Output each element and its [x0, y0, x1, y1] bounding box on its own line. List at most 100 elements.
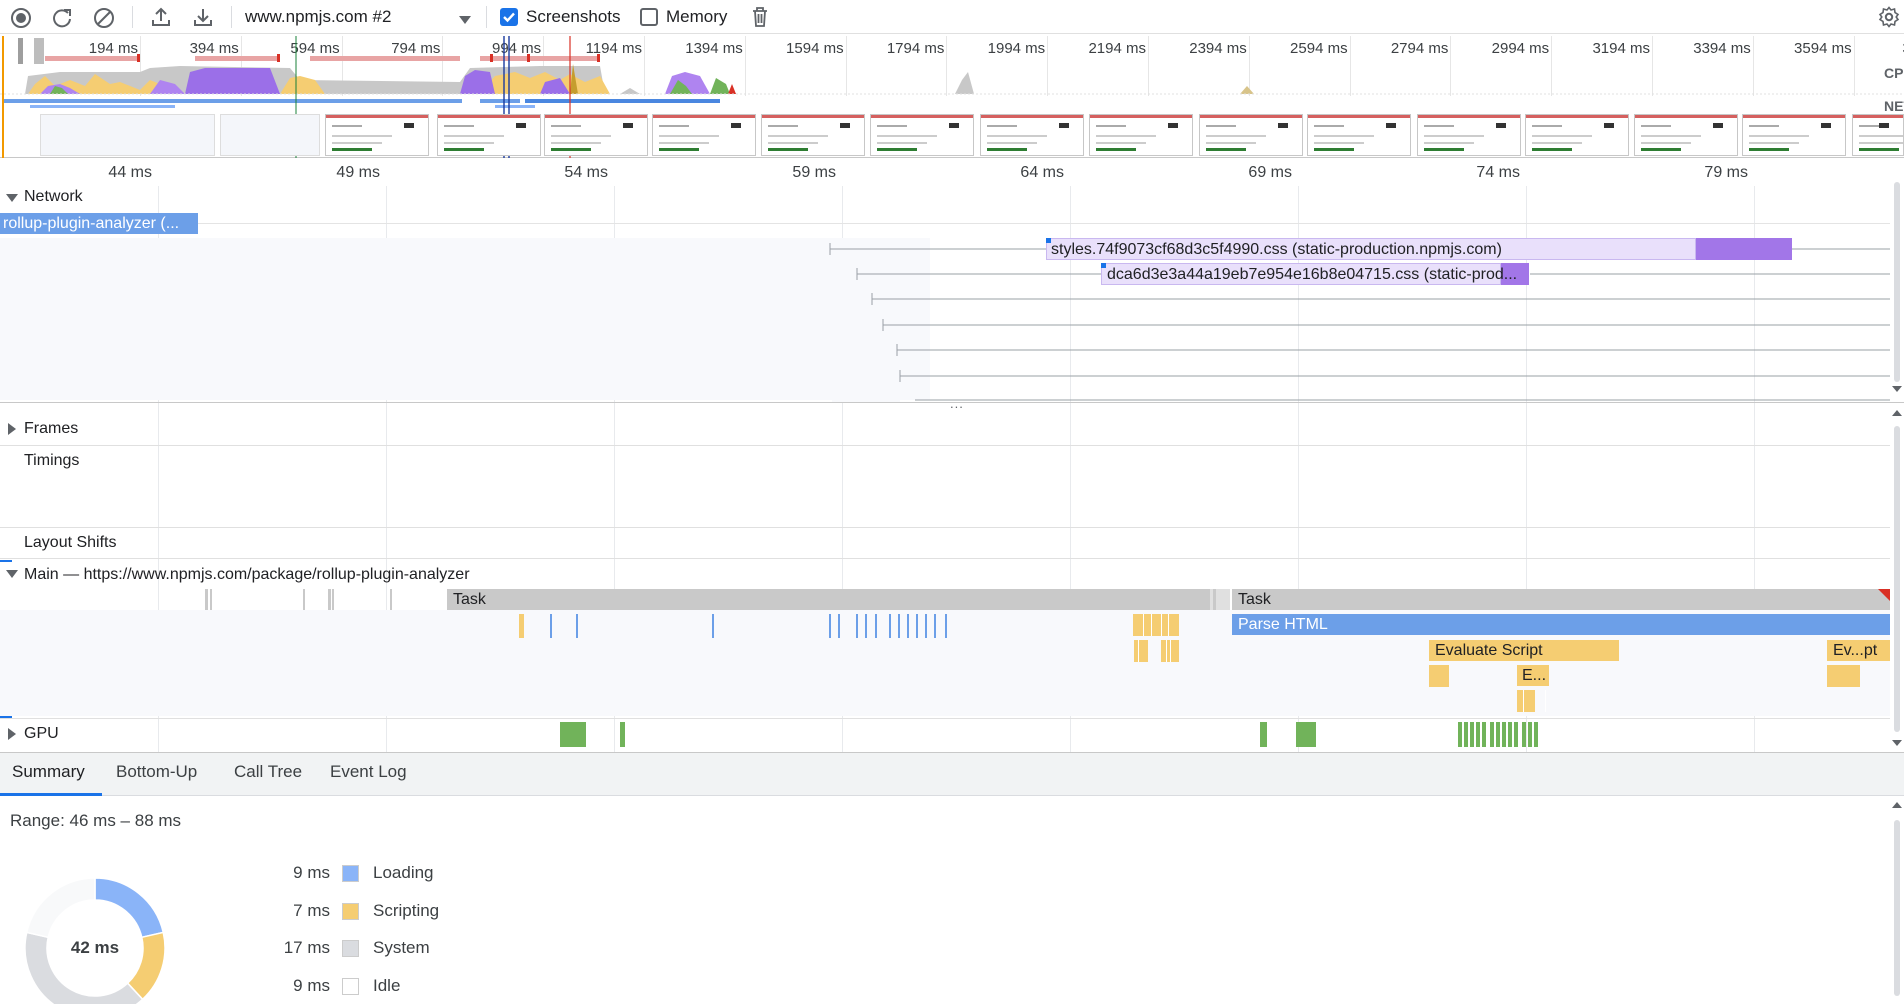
main-thread-event[interactable]	[934, 614, 936, 638]
tab-call-tree[interactable]: Call Tree	[234, 762, 302, 782]
main-thread-event[interactable]	[328, 589, 331, 610]
screenshot-thumbnail[interactable]	[1089, 114, 1193, 156]
gpu-event[interactable]	[1470, 722, 1474, 747]
gpu-event[interactable]	[560, 722, 586, 747]
main-thread-event[interactable]	[1429, 665, 1449, 687]
main-thread-event[interactable]	[390, 589, 392, 610]
main-thread-event[interactable]	[829, 614, 831, 638]
css-request-styles-label[interactable]: styles.74f9073cf68d3c5f4990.css (static-…	[1048, 239, 1688, 260]
long-task-warning-icon[interactable]	[1878, 589, 1890, 601]
gpu-expand-icon[interactable]	[8, 728, 16, 740]
splitter-handle[interactable]: ...	[950, 396, 964, 411]
reload-icon[interactable]	[51, 7, 73, 33]
gpu-event[interactable]	[1260, 722, 1267, 747]
screenshot-thumbnail[interactable]	[1307, 114, 1411, 156]
screenshot-thumbnail[interactable]	[40, 114, 215, 156]
main-thread-event[interactable]	[1827, 665, 1860, 687]
frames-expand-icon[interactable]	[8, 423, 16, 435]
recording-select[interactable]: www.npmjs.com #2	[245, 7, 391, 27]
gpu-event[interactable]	[1496, 722, 1500, 747]
evaluate-script-event-trunc[interactable]: Ev...pt	[1827, 640, 1890, 661]
main-thread-event[interactable]	[925, 614, 927, 638]
screenshot-thumbnail[interactable]	[544, 114, 648, 156]
gpu-event[interactable]	[1296, 722, 1316, 747]
main-thread-event[interactable]	[916, 614, 918, 638]
gpu-track-title[interactable]: GPU	[24, 725, 59, 743]
main-thread-event[interactable]	[1134, 640, 1148, 662]
screenshot-thumbnail[interactable]	[1742, 114, 1846, 156]
details-scrollbar-thumb[interactable]	[1894, 820, 1900, 996]
main-thread-event[interactable]	[303, 589, 305, 610]
gpu-event[interactable]	[1514, 722, 1518, 747]
scroll-up-arrow[interactable]	[1892, 410, 1902, 416]
gpu-event[interactable]	[1464, 722, 1468, 747]
main-track-title[interactable]: Main — https://www.npmjs.com/package/rol…	[24, 566, 470, 584]
gpu-event[interactable]	[1458, 722, 1462, 747]
tab-event-log[interactable]: Event Log	[330, 762, 407, 782]
css-request-dca6-label[interactable]: dca6d3e3a44a19eb7e954e16b8e04715.css (st…	[1104, 264, 1524, 285]
tab-bottom-up[interactable]: Bottom-Up	[116, 762, 197, 782]
gpu-event[interactable]	[1476, 722, 1480, 747]
gpu-event[interactable]	[1482, 722, 1486, 747]
main-thread-event[interactable]	[550, 614, 552, 638]
screenshot-thumbnail[interactable]	[1634, 114, 1738, 156]
screenshot-thumbnail[interactable]	[1852, 114, 1904, 156]
main-thread-event[interactable]	[838, 614, 840, 638]
gpu-event[interactable]	[1534, 722, 1538, 747]
gpu-event[interactable]	[1522, 722, 1526, 747]
scroll-down-arrow[interactable]	[1892, 386, 1902, 392]
settings-gear-icon[interactable]	[1878, 6, 1900, 32]
trash-icon[interactable]	[750, 6, 770, 32]
record-icon[interactable]	[10, 7, 32, 33]
main-thread-event[interactable]	[907, 614, 909, 638]
main-thread-event[interactable]	[1133, 614, 1179, 636]
tab-summary[interactable]: Summary	[12, 762, 85, 782]
frames-track-title[interactable]: Frames	[24, 420, 78, 438]
download-icon[interactable]	[192, 6, 214, 32]
main-thread-event[interactable]	[875, 614, 877, 638]
evaluate-script-event-short[interactable]: E...	[1517, 665, 1549, 686]
main-expand-icon[interactable]	[6, 570, 18, 578]
gpu-event[interactable]	[620, 722, 625, 747]
task-event[interactable]: Task	[447, 589, 1210, 610]
screenshot-thumbnail[interactable]	[325, 114, 429, 156]
memory-checkbox[interactable]	[640, 8, 658, 26]
main-thread-event[interactable]	[898, 614, 900, 638]
chevron-down-icon[interactable]	[458, 12, 472, 29]
gpu-event[interactable]	[1528, 722, 1532, 747]
main-thread-event[interactable]	[889, 614, 891, 638]
screenshot-thumbnail[interactable]	[220, 114, 320, 156]
screenshot-thumbnail[interactable]	[980, 114, 1084, 156]
gpu-event[interactable]	[1502, 722, 1506, 747]
main-thread-event[interactable]	[332, 589, 334, 610]
main-thread-event[interactable]	[1517, 690, 1535, 712]
scroll-down-arrow[interactable]	[1892, 740, 1902, 746]
main-thread-event[interactable]	[205, 589, 208, 610]
gpu-event[interactable]	[1490, 722, 1494, 747]
main-thread-event[interactable]	[576, 614, 578, 638]
main-thread-event[interactable]	[865, 614, 867, 638]
gpu-event[interactable]	[1508, 722, 1512, 747]
network-scrollbar-thumb[interactable]	[1894, 182, 1900, 382]
screenshot-thumbnail[interactable]	[870, 114, 974, 156]
network-track-title[interactable]: Network	[24, 188, 83, 206]
scroll-up-arrow[interactable]	[1892, 802, 1902, 808]
clear-icon[interactable]	[93, 7, 115, 33]
screenshot-thumbnail[interactable]	[652, 114, 756, 156]
upload-icon[interactable]	[150, 6, 172, 32]
screenshots-checkbox[interactable]	[500, 8, 518, 26]
main-thread-event[interactable]	[945, 614, 947, 638]
task-event[interactable]: Task	[1232, 589, 1890, 610]
main-thread-event[interactable]	[1213, 589, 1216, 610]
main-thread-event[interactable]	[519, 614, 524, 638]
screenshot-thumbnail[interactable]	[1417, 114, 1521, 156]
main-thread-event[interactable]	[856, 614, 858, 638]
screenshot-thumbnail[interactable]	[1525, 114, 1629, 156]
screenshot-thumbnail[interactable]	[761, 114, 865, 156]
network-expand-icon[interactable]	[6, 194, 18, 202]
evaluate-script-event[interactable]: Evaluate Script	[1429, 640, 1619, 661]
parse-html-event[interactable]: Parse HTML	[1232, 614, 1890, 635]
screenshot-thumbnail[interactable]	[437, 114, 541, 156]
screenshot-thumbnail[interactable]	[1199, 114, 1303, 156]
tracks-scrollbar-thumb[interactable]	[1894, 426, 1900, 732]
